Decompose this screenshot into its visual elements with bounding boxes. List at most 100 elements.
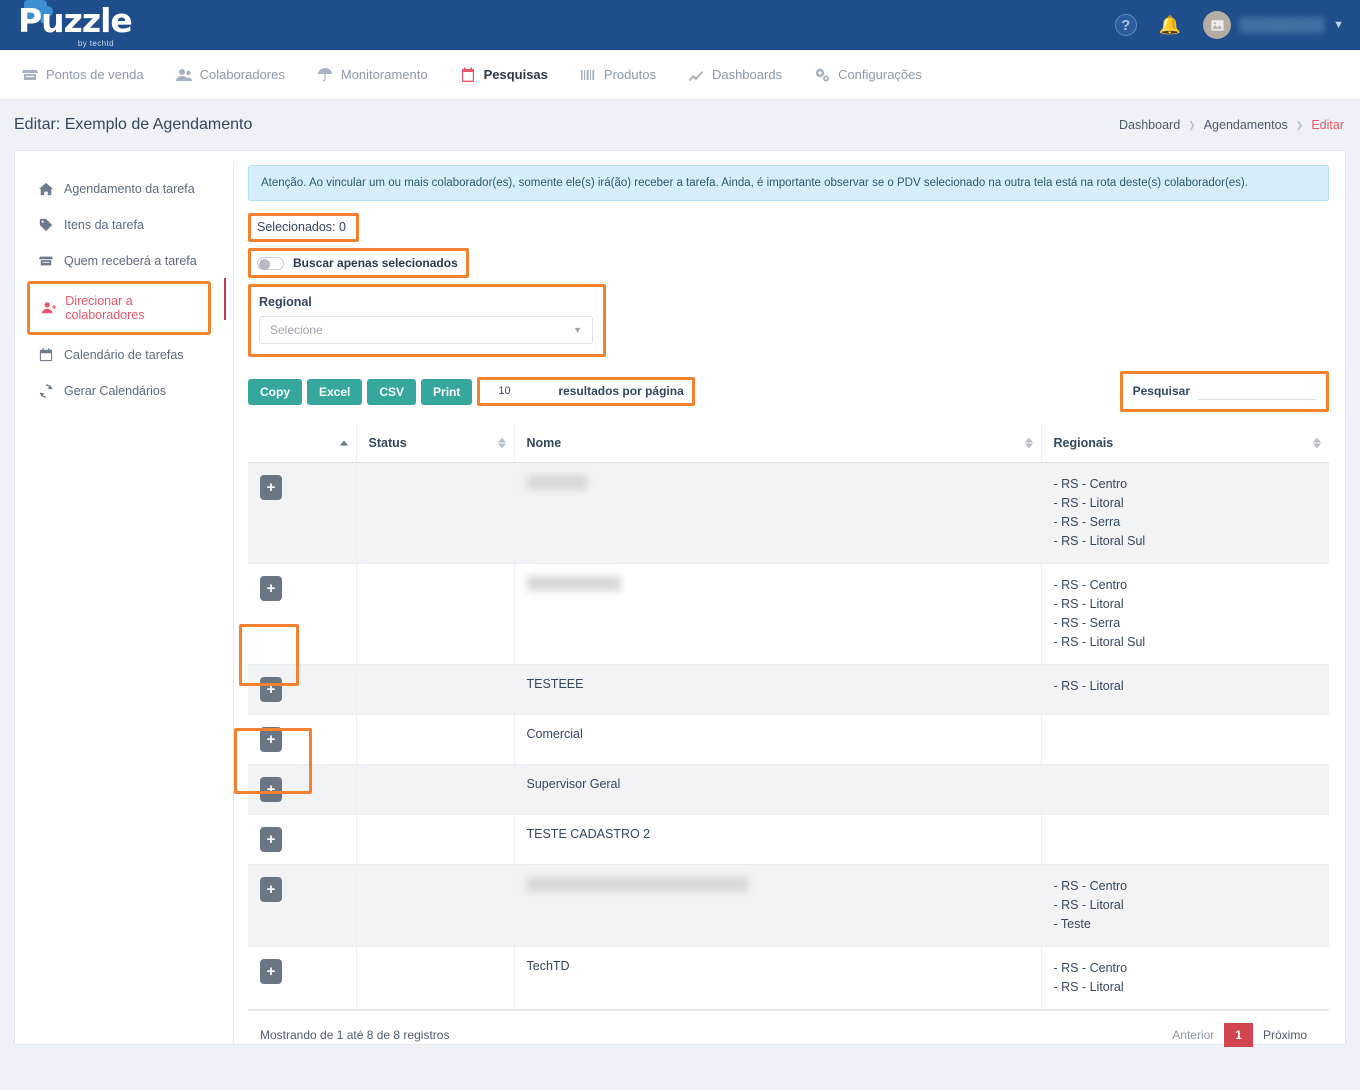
- sidebar-item-label: Itens da tarefa: [64, 218, 144, 232]
- search-annotation: Pesquisar: [1119, 371, 1329, 412]
- table-tools: Copy Excel CSV Print resultados por pági…: [248, 371, 1329, 412]
- cell-regionais: - RS - Centro - RS - Litoral - Teste: [1041, 864, 1329, 947]
- cell-status: [356, 764, 515, 815]
- search-label: Pesquisar: [1132, 384, 1190, 398]
- home-icon: [39, 182, 56, 196]
- breadcrumb-dashboard[interactable]: Dashboard: [1119, 118, 1180, 132]
- top-bar-actions: ? 🔔 ▼: [1114, 11, 1360, 39]
- expand-row-button[interactable]: +: [260, 677, 282, 702]
- sidebar-item-label: Quem receberá a tarefa: [64, 254, 197, 268]
- sidebar-item-label: Agendamento da tarefa: [64, 182, 195, 196]
- expand-row-button[interactable]: +: [260, 777, 282, 802]
- redacted-name: [526, 475, 587, 490]
- excel-button[interactable]: Excel: [307, 378, 363, 405]
- pagination-previous[interactable]: Anterior: [1162, 1024, 1224, 1046]
- toggle-label: Buscar apenas selecionados: [293, 256, 458, 270]
- column-header-regionais[interactable]: Regionais: [1041, 424, 1329, 463]
- nav-label: Pesquisas: [483, 66, 548, 82]
- only-selected-toggle[interactable]: Buscar apenas selecionados: [251, 251, 466, 275]
- sidebar-item-agendamento-da-tarefa[interactable]: Agendamento da tarefa: [23, 173, 225, 205]
- table-row: + TESTE CADASTRO 2: [248, 814, 1329, 865]
- nav-item-pontos-de-venda[interactable]: Pontos de venda: [22, 50, 162, 100]
- regional-item: - RS - Litoral: [1053, 597, 1124, 611]
- copy-button[interactable]: Copy: [248, 378, 302, 405]
- cell-regionais: - RS - Centro - RS - Litoral - RS - Serra -…: [1041, 462, 1329, 564]
- cell-status: [356, 814, 515, 865]
- expand-row-button[interactable]: +: [260, 827, 282, 852]
- nav-label: Colaboradores: [199, 66, 285, 82]
- cell-regionais: [1041, 714, 1329, 765]
- calendar-icon: [39, 348, 56, 362]
- regional-item: - RS - Centro: [1053, 961, 1128, 975]
- regional-item: - RS - Litoral Sul: [1053, 635, 1146, 649]
- help-button[interactable]: ?: [1114, 14, 1137, 36]
- cell-expand: +: [248, 664, 357, 715]
- cell-regionais: - RS - Litoral: [1041, 664, 1329, 715]
- export-buttons: Copy Excel CSV Print resultados por pági…: [248, 377, 695, 406]
- column-header-nome[interactable]: Nome: [514, 424, 1042, 463]
- regional-item: - RS - Centro: [1053, 477, 1128, 491]
- cell-status: [356, 563, 515, 665]
- column-header-status[interactable]: Status: [356, 424, 515, 463]
- sidebar-item-itens-da-tarefa[interactable]: Itens da tarefa: [23, 209, 225, 241]
- nav-item-dashboards[interactable]: Dashboards: [688, 50, 800, 100]
- sidebar-item-calendario-de-tarefas[interactable]: Calendário de tarefas: [23, 339, 225, 371]
- regional-select[interactable]: Selecione ▼: [259, 316, 593, 344]
- per-page-input[interactable]: [496, 384, 559, 398]
- main-nav: Pontos de venda Colaboradores Monitorame…: [0, 50, 1360, 100]
- sort-icon: [497, 437, 506, 449]
- print-button[interactable]: Print: [421, 378, 473, 405]
- umbrella-icon: [317, 67, 334, 83]
- nav-item-colaboradores[interactable]: Colaboradores: [175, 50, 303, 100]
- cell-expand: +: [248, 946, 357, 1010]
- nav-item-configuracoes[interactable]: Configurações: [814, 50, 940, 100]
- pagination-next[interactable]: Próximo: [1253, 1024, 1317, 1046]
- cell-expand: +: [248, 764, 357, 815]
- breadcrumb-agendamentos[interactable]: Agendamentos: [1204, 118, 1288, 132]
- cell-regionais: - RS - Centro - RS - Litoral - RS - Serra -…: [1041, 563, 1329, 665]
- user-menu[interactable]: ▼: [1203, 11, 1344, 39]
- editor-content: Atenção. Ao vincular um ou mais colabora…: [234, 151, 1345, 1047]
- cell-nome: TechTD: [514, 946, 1042, 1010]
- expand-row-button[interactable]: +: [260, 727, 282, 752]
- cell-nome: [514, 864, 1042, 947]
- cell-nome: Supervisor Geral: [514, 764, 1042, 815]
- cell-status: [356, 946, 515, 1010]
- sidebar-item-gerar-calendarios[interactable]: Gerar Calendários: [23, 375, 225, 407]
- nav-item-monitoramento[interactable]: Monitoramento: [317, 50, 446, 100]
- nav-item-produtos[interactable]: Produtos: [580, 50, 674, 100]
- top-bar: Puzzle by techtd ? 🔔 ▼: [0, 0, 1360, 50]
- sort-icon: [1313, 437, 1321, 449]
- regional-item: - RS - Litoral: [1053, 679, 1124, 693]
- section-marker: [224, 278, 226, 320]
- records-info: Mostrando de 1 até 8 de 8 registros: [260, 1028, 450, 1042]
- brand-logo[interactable]: Puzzle by techtd: [0, 0, 133, 50]
- column-header-expand[interactable]: [248, 424, 357, 463]
- table-row: + TechTD - RS - Centro - RS - Litoral: [248, 946, 1329, 1010]
- nav-label: Monitoramento: [340, 66, 428, 82]
- nav-item-pesquisas[interactable]: Pesquisas: [460, 50, 566, 100]
- redacted-name: [526, 576, 621, 591]
- expand-row-button[interactable]: +: [260, 475, 282, 500]
- collaborators-table: Status Nome Regionais + - RS - Centro - RS…: [248, 424, 1329, 1010]
- chevron-down-icon: ▼: [1333, 19, 1344, 31]
- csv-button[interactable]: CSV: [367, 378, 417, 405]
- avatar: [1203, 11, 1232, 39]
- expand-row-button[interactable]: +: [260, 576, 282, 601]
- sort-icon: [1024, 437, 1033, 449]
- column-label: Regionais: [1053, 436, 1114, 450]
- cell-status: [356, 864, 515, 947]
- cell-nome: [514, 563, 1042, 665]
- expand-row-button[interactable]: +: [260, 877, 282, 902]
- expand-row-button[interactable]: +: [260, 959, 282, 984]
- search-input[interactable]: [1198, 382, 1316, 400]
- notifications-button[interactable]: 🔔: [1159, 15, 1181, 36]
- table-row: + TESTEEE - RS - Litoral: [248, 664, 1329, 715]
- cell-regionais: [1041, 764, 1329, 815]
- toggle-switch[interactable]: [257, 256, 284, 270]
- cell-regionais: [1041, 814, 1329, 865]
- pagination-page-1[interactable]: 1: [1224, 1023, 1253, 1047]
- sidebar-item-quem-recebera-a-tarefa[interactable]: Quem receberá a tarefa: [23, 245, 225, 277]
- search-control: Pesquisar: [1123, 374, 1326, 409]
- sidebar-item-direcionar-a-colaboradores[interactable]: Direcionar a colaboradores: [27, 281, 211, 335]
